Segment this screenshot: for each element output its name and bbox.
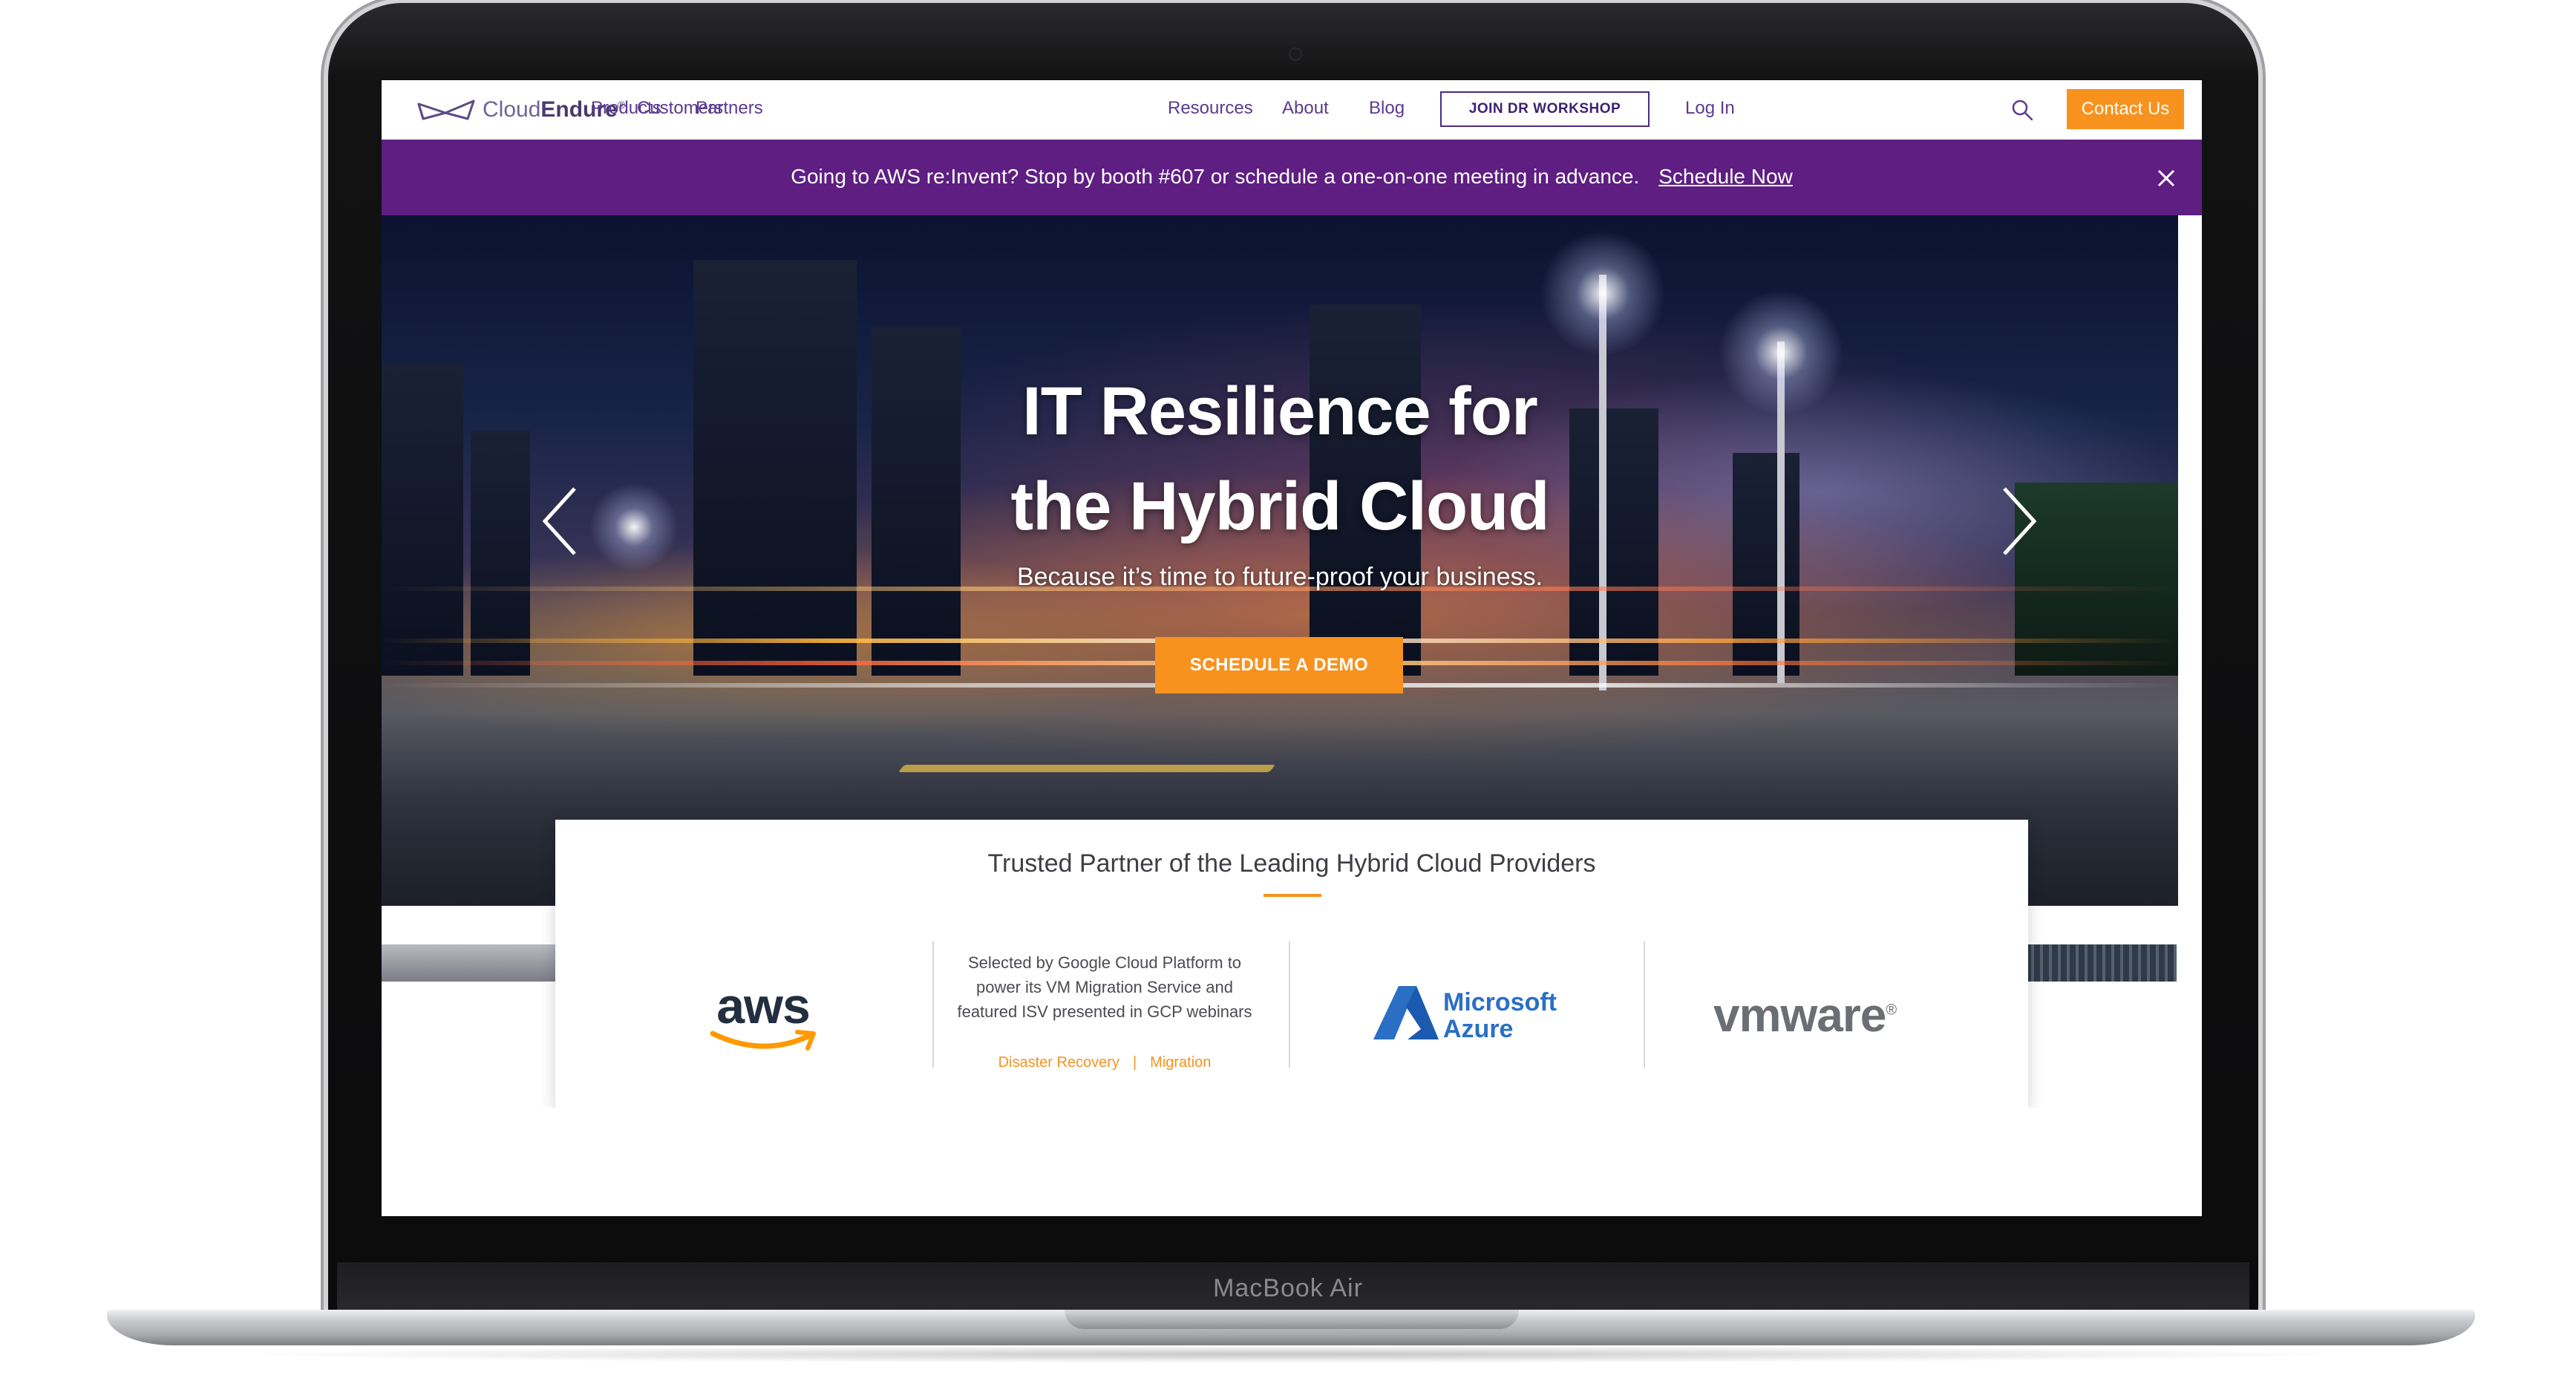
laptop-shadow	[223, 1345, 2361, 1363]
cloudendure-logo-icon	[417, 99, 475, 120]
chevron-left-icon[interactable]	[539, 484, 581, 558]
aws-smile-icon	[710, 1030, 816, 1051]
aws-logo[interactable]: aws	[704, 978, 823, 1059]
laptop-model-label: MacBook Air	[1213, 1274, 1363, 1302]
laptop-hinge-notch	[1065, 1310, 1519, 1329]
hero-subtitle: Because it’s time to future-proof your b…	[1016, 563, 1543, 591]
vmware-registered-mark: ®	[1886, 1002, 1897, 1019]
hero-bg-road-marking	[898, 765, 1276, 772]
migration-link[interactable]: Migration	[1150, 1054, 1211, 1071]
contact-us-button[interactable]: Contact Us	[2067, 89, 2184, 129]
search-icon[interactable]	[2010, 98, 2034, 122]
hero-title: IT Resilience for the Hybrid Cloud	[382, 364, 2178, 554]
gcp-links: Disaster Recovery | Migration	[949, 1054, 1261, 1071]
nav-partners[interactable]: Partners	[696, 98, 763, 119]
azure-wordmark: Microsoft Azure	[1443, 989, 1557, 1042]
announcement-text: Going to AWS re:Invent? Stop by booth #6…	[382, 165, 2202, 189]
nav-about[interactable]: About	[1282, 98, 1329, 119]
partner-divider	[1644, 941, 1645, 1068]
announcement-message: Going to AWS re:Invent? Stop by booth #6…	[791, 165, 1640, 188]
announcement-bar: Going to AWS re:Invent? Stop by booth #6…	[382, 140, 2202, 215]
azure-wordmark-line-2: Azure	[1443, 1015, 1514, 1043]
page-below-fold	[382, 1108, 2202, 1216]
vmware-logo[interactable]: vmware®	[1713, 987, 1951, 1042]
partner-divider	[932, 941, 934, 1068]
logo-text-light: Cloud	[483, 97, 541, 122]
aws-wordmark: aws	[716, 978, 811, 1034]
link-separator: |	[1132, 1054, 1137, 1071]
nav-login[interactable]: Log In	[1685, 98, 1735, 119]
close-icon[interactable]	[2156, 168, 2177, 189]
azure-wordmark-line-1: Microsoft	[1443, 988, 1557, 1016]
hero-title-line-1: IT Resilience for	[1022, 373, 1538, 449]
top-navigation: CloudEndure® Products Customers Partners…	[382, 80, 2202, 140]
partner-section-title: Trusted Partner of the Leading Hybrid Cl…	[987, 849, 1596, 878]
section-strip-right	[2025, 944, 2177, 982]
nav-resources[interactable]: Resources	[1168, 98, 1253, 119]
browser-screen: CloudEndure® Products Customers Partners…	[382, 80, 2202, 1216]
chevron-right-icon[interactable]	[1998, 484, 2040, 558]
disaster-recovery-link[interactable]: Disaster Recovery	[998, 1054, 1119, 1071]
camera-icon	[1289, 48, 1302, 61]
schedule-demo-button[interactable]: SCHEDULE A DEMO	[1155, 637, 1403, 693]
hero-bg-light	[1540, 230, 1666, 356]
schedule-now-link[interactable]: Schedule Now	[1658, 165, 1793, 188]
hero-title-line-2: the Hybrid Cloud	[1010, 469, 1549, 544]
gcp-description: Selected by Google Cloud Platform to pow…	[957, 953, 1252, 1021]
title-underline	[1264, 894, 1321, 897]
partner-card: Trusted Partner of the Leading Hybrid Cl…	[555, 820, 2028, 1108]
azure-logo-icon	[1373, 986, 1439, 1039]
partner-divider	[1289, 941, 1290, 1068]
vmware-wordmark: vmware	[1713, 988, 1886, 1042]
azure-logo[interactable]: Microsoft Azure	[1372, 985, 1572, 1044]
nav-blog[interactable]: Blog	[1369, 98, 1405, 119]
hero-banner: IT Resilience for the Hybrid Cloud Becau…	[382, 215, 2178, 906]
join-dr-workshop-button[interactable]: JOIN DR WORKSHOP	[1440, 91, 1650, 127]
